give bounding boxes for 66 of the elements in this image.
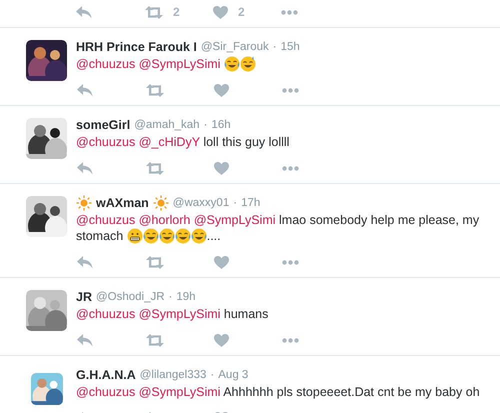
like-icon[interactable] [213, 6, 228, 18]
more-icon[interactable] [282, 166, 299, 170]
separator-dot: · [204, 118, 208, 133]
laughing-tears-emoji-icon [174, 228, 191, 244]
laughing-tears-emoji-icon [224, 56, 240, 72]
retweet-icon[interactable] [146, 334, 164, 346]
user-name[interactable]: someGirl [76, 117, 130, 133]
retweet-icon[interactable] [146, 84, 164, 96]
user-handle[interactable]: @waxxy01 [172, 195, 230, 211]
grimace-emoji-icon [126, 228, 143, 244]
laughing-tears-emoji-icon [158, 228, 175, 244]
like-icon[interactable] [214, 334, 229, 346]
tweet-time[interactable]: 19h [176, 289, 196, 305]
mention-link[interactable]: @chuuzus [76, 135, 136, 149]
tweet-time[interactable]: Aug 3 [218, 367, 248, 383]
tweet-text: @chuuzus @SympLySimi humans [76, 306, 270, 322]
mention-link[interactable]: @chuuzus [76, 307, 136, 321]
sun-emoji-icon [152, 195, 169, 211]
user-name[interactable]: G.H.A.N.A [76, 367, 136, 383]
like-count: 2 [238, 4, 245, 21]
more-icon[interactable] [282, 88, 299, 92]
tweet-text: @chuuzus @horlorh @SympLySimi lmao somebody help me please, my stomach .... [76, 212, 480, 244]
separator-dot: · [210, 368, 214, 383]
tweet-text: @chuuzus @_cHiDyY loll this guy lollll [76, 134, 290, 150]
like-icon[interactable] [214, 256, 229, 268]
sweat-smile-emoji-icon [240, 56, 256, 72]
reply-icon[interactable] [77, 162, 94, 174]
user-handle[interactable]: @Sir_Farouk [200, 39, 269, 55]
separator-dot: · [168, 290, 172, 305]
user-handle[interactable]: @lilangel333 [140, 367, 206, 383]
user-name[interactable]: JR [76, 289, 92, 305]
mention-link[interactable]: @SympLySimi [138, 385, 220, 399]
retweet-icon[interactable] [145, 6, 163, 18]
mention-link[interactable]: @SympLySimi [138, 57, 220, 71]
separator-dot: · [233, 196, 238, 211]
mention-link[interactable]: @chuuzus [76, 385, 136, 399]
retweet-icon[interactable] [146, 162, 164, 174]
mention-link[interactable]: @chuuzus [76, 57, 136, 71]
mention-link[interactable]: @horlorh [138, 213, 190, 227]
retweet-icon[interactable] [146, 256, 164, 268]
user-handle[interactable]: @Oshodi_JR [96, 289, 165, 305]
tweet-time[interactable]: 17h [241, 195, 260, 211]
reply-icon[interactable] [76, 6, 93, 18]
mention-link[interactable]: @chuuzus [76, 213, 136, 227]
like-icon[interactable] [214, 84, 229, 96]
laughing-tears-emoji-icon [142, 228, 159, 244]
tweet-time[interactable]: 16h [211, 117, 231, 133]
laughing-tears-emoji-icon [190, 228, 207, 244]
reply-icon[interactable] [77, 84, 94, 96]
more-icon[interactable] [282, 260, 299, 264]
sun-emoji-icon [76, 195, 92, 211]
mention-link[interactable]: @SympLySimi [194, 213, 276, 227]
user-handle[interactable]: @amah_kah [134, 117, 200, 133]
retweet-count: 2 [173, 4, 180, 21]
mention-link[interactable]: @SympLySimi [138, 307, 220, 321]
more-icon[interactable] [281, 10, 298, 14]
mention-link[interactable]: @_cHiDyY [138, 135, 200, 149]
user-name[interactable]: HRH Prince Farouk I [76, 39, 197, 55]
reply-icon[interactable] [77, 256, 94, 268]
tweet-time[interactable]: 15h [280, 39, 300, 55]
reply-icon[interactable] [77, 334, 94, 346]
tweet-text: @chuuzus @SympLySimi Ahhhhhh pls stopeeeet.Dat cnt be my baby oh [76, 384, 481, 400]
like-icon[interactable] [214, 162, 229, 174]
separator-dot: · [272, 40, 277, 55]
user-name[interactable]: wAXman [96, 195, 149, 211]
more-icon[interactable] [282, 338, 299, 342]
